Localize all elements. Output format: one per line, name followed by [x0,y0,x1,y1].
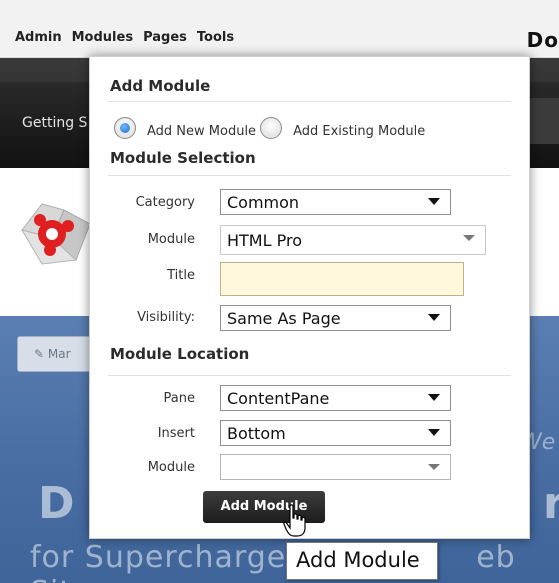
nav-getting-started[interactable]: Getting S [22,115,87,131]
visibility-value: Same As Page [227,309,341,328]
location-module-label: Module [147,460,195,475]
radio-add-existing[interactable] [260,117,283,139]
menu-pages[interactable]: Pages [143,30,187,45]
category-value: Common [227,193,300,212]
insert-label: Insert [157,426,195,441]
manage-button-label: Mar [47,347,71,361]
add-module-heading: Add Module [110,77,211,95]
hero-title-left: D [38,478,77,529]
chevron-down-icon [428,198,440,205]
menu-tools[interactable]: Tools [197,30,234,45]
radio-add-new[interactable] [114,117,136,139]
title-label: Title [167,268,195,283]
radio-add-existing-label[interactable]: Add Existing Module [293,124,425,139]
hero-title-right: r [543,478,559,529]
chevron-down-icon [463,235,475,241]
pane-label: Pane [163,391,195,406]
module-value: HTML Pro [227,231,302,250]
location-module-select[interactable] [220,454,451,480]
admin-topbar [0,0,559,58]
menu-admin[interactable]: Admin [15,30,62,45]
title-input[interactable] [220,262,464,296]
module-location-heading: Module Location [110,345,250,363]
insert-select[interactable]: Bottom [220,420,451,446]
pane-value: ContentPane [227,389,330,408]
add-module-popup: Add Module Add New Module Add Existing M… [89,56,530,539]
module-source-radios: Add New Module Add Existing Module [114,117,429,139]
divider [108,375,511,376]
module-select[interactable]: HTML Pro [220,225,486,255]
chevron-down-icon [428,394,440,401]
red-gear-logo-icon [20,203,91,265]
brand-text: Do [526,28,559,52]
menu-modules[interactable]: Modules [72,30,133,45]
chevron-down-icon [428,429,440,436]
pencil-icon: ✎ [34,347,48,361]
category-select[interactable]: Common [220,189,451,215]
chevron-down-icon [428,314,440,321]
manage-button[interactable]: ✎ Mar [17,336,97,372]
top-menu: Admin Modules Pages Tools [15,30,244,45]
hero-subtitle-left: for Supercharge [30,540,287,575]
visibility-select[interactable]: Same As Page [220,305,451,331]
divider [108,101,511,102]
radio-add-new-label[interactable]: Add New Module [147,124,256,139]
hand-pointer-icon [283,504,306,537]
module-selection-heading: Module Selection [110,149,256,167]
insert-value: Bottom [227,424,286,443]
pane-select[interactable]: ContentPane [220,385,451,411]
divider [108,175,511,176]
visibility-label: Visibility: [137,310,195,325]
add-module-tooltip: Add Module [286,542,438,580]
chevron-down-icon [428,464,440,470]
module-label: Module [147,232,195,247]
category-label: Category [135,195,195,210]
